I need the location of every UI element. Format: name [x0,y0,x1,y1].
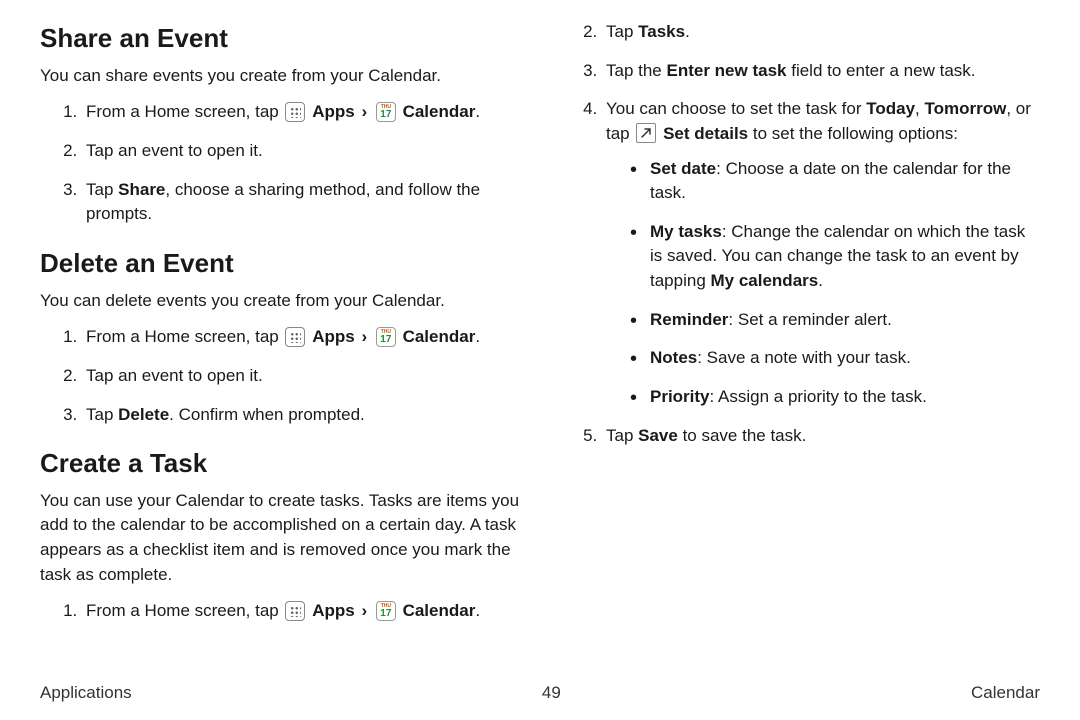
set-details-label: Set details [663,124,748,143]
step-text: Tap the [606,61,667,80]
share-label: Share [118,180,165,199]
tasks-label: Tasks [638,22,685,41]
list-item: Tap Share, choose a sharing method, and … [82,178,520,227]
step-text: field to enter a new task. [787,61,976,80]
footer-page-number: 49 [542,681,561,706]
today-label: Today [866,99,915,118]
list-item: From a Home screen, tap Apps › THU17 Cal… [82,599,520,624]
calendar-label: Calendar [403,601,476,620]
step-text: From a Home screen, tap [86,102,283,121]
heading-delete-event: Delete an Event [40,245,520,283]
opt-my-tasks: My tasks [650,222,722,241]
list-item: From a Home screen, tap Apps › THU17 Cal… [82,100,520,125]
opt-reminder: Reminder [650,310,728,329]
enter-new-task-label: Enter new task [667,61,787,80]
calendar-icon: THU17 [376,102,396,122]
step-text: to save the task. [678,426,807,445]
step-text: . Confirm when prompted. [169,405,365,424]
heading-create-task: Create a Task [40,445,520,483]
apps-icon [285,102,305,122]
page-content: Share an Event You can share events you … [40,20,1040,660]
step-text: to set the following options: [748,124,958,143]
opt-set-date: Set date [650,159,716,178]
list-item: Priority: Assign a priority to the task. [630,385,1040,410]
opt-text: . [818,271,823,290]
intro-share: You can share events you create from you… [40,64,520,89]
apps-icon [285,601,305,621]
heading-share-event: Share an Event [40,20,520,58]
list-item: My tasks: Change the calendar on which t… [630,220,1040,294]
list-item: Reminder: Set a reminder alert. [630,308,1040,333]
chevron-icon: › [361,601,367,620]
apps-label: Apps [312,102,355,121]
step-text: You can choose to set the task for [606,99,866,118]
opt-text: : Assign a priority to the task. [710,387,927,406]
opt-priority: Priority [650,387,710,406]
apps-icon [285,327,305,347]
footer-left: Applications [40,681,132,706]
list-item: Tap Tasks. [602,20,1040,45]
list-item: Notes: Save a note with your task. [630,346,1040,371]
opt-text: : Set a reminder alert. [728,310,891,329]
opt-text: : Save a note with your task. [697,348,911,367]
tomorrow-label: Tomorrow [924,99,1006,118]
delete-label: Delete [118,405,169,424]
list-item: From a Home screen, tap Apps › THU17 Cal… [82,325,520,350]
intro-delete: You can delete events you create from yo… [40,289,520,314]
step-text: Tap [86,405,118,424]
apps-label: Apps [312,601,355,620]
chevron-icon: › [361,102,367,121]
list-item: Set date: Choose a date on the calendar … [630,157,1040,206]
step-text: From a Home screen, tap [86,601,283,620]
apps-label: Apps [312,327,355,346]
step-text: From a Home screen, tap [86,327,283,346]
calendar-label: Calendar [403,102,476,121]
list-item: Tap an event to open it. [82,139,520,164]
list-item: Tap the Enter new task field to enter a … [602,59,1040,84]
list-item: You can choose to set the task for Today… [602,97,1040,409]
expand-icon [636,123,656,143]
calendar-icon: THU17 [376,601,396,621]
chevron-icon: › [361,327,367,346]
list-item: Tap an event to open it. [82,364,520,389]
opt-notes: Notes [650,348,697,367]
steps-share: From a Home screen, tap Apps › THU17 Cal… [40,100,520,227]
sub-bullets: Set date: Choose a date on the calendar … [606,157,1040,410]
calendar-icon: THU17 [376,327,396,347]
footer-right: Calendar [971,681,1040,706]
save-label: Save [638,426,678,445]
step-text: Tap [86,180,118,199]
calendar-label: Calendar [403,327,476,346]
steps-delete: From a Home screen, tap Apps › THU17 Cal… [40,325,520,427]
my-calendars-label: My calendars [711,271,819,290]
page-footer: Applications 49 Calendar [40,681,1040,706]
list-item: Tap Save to save the task. [602,424,1040,449]
step-text: Tap [606,426,638,445]
intro-create: You can use your Calendar to create task… [40,489,520,588]
list-item: Tap Delete. Confirm when prompted. [82,403,520,428]
step-text: . [685,22,690,41]
step-text: Tap [606,22,638,41]
